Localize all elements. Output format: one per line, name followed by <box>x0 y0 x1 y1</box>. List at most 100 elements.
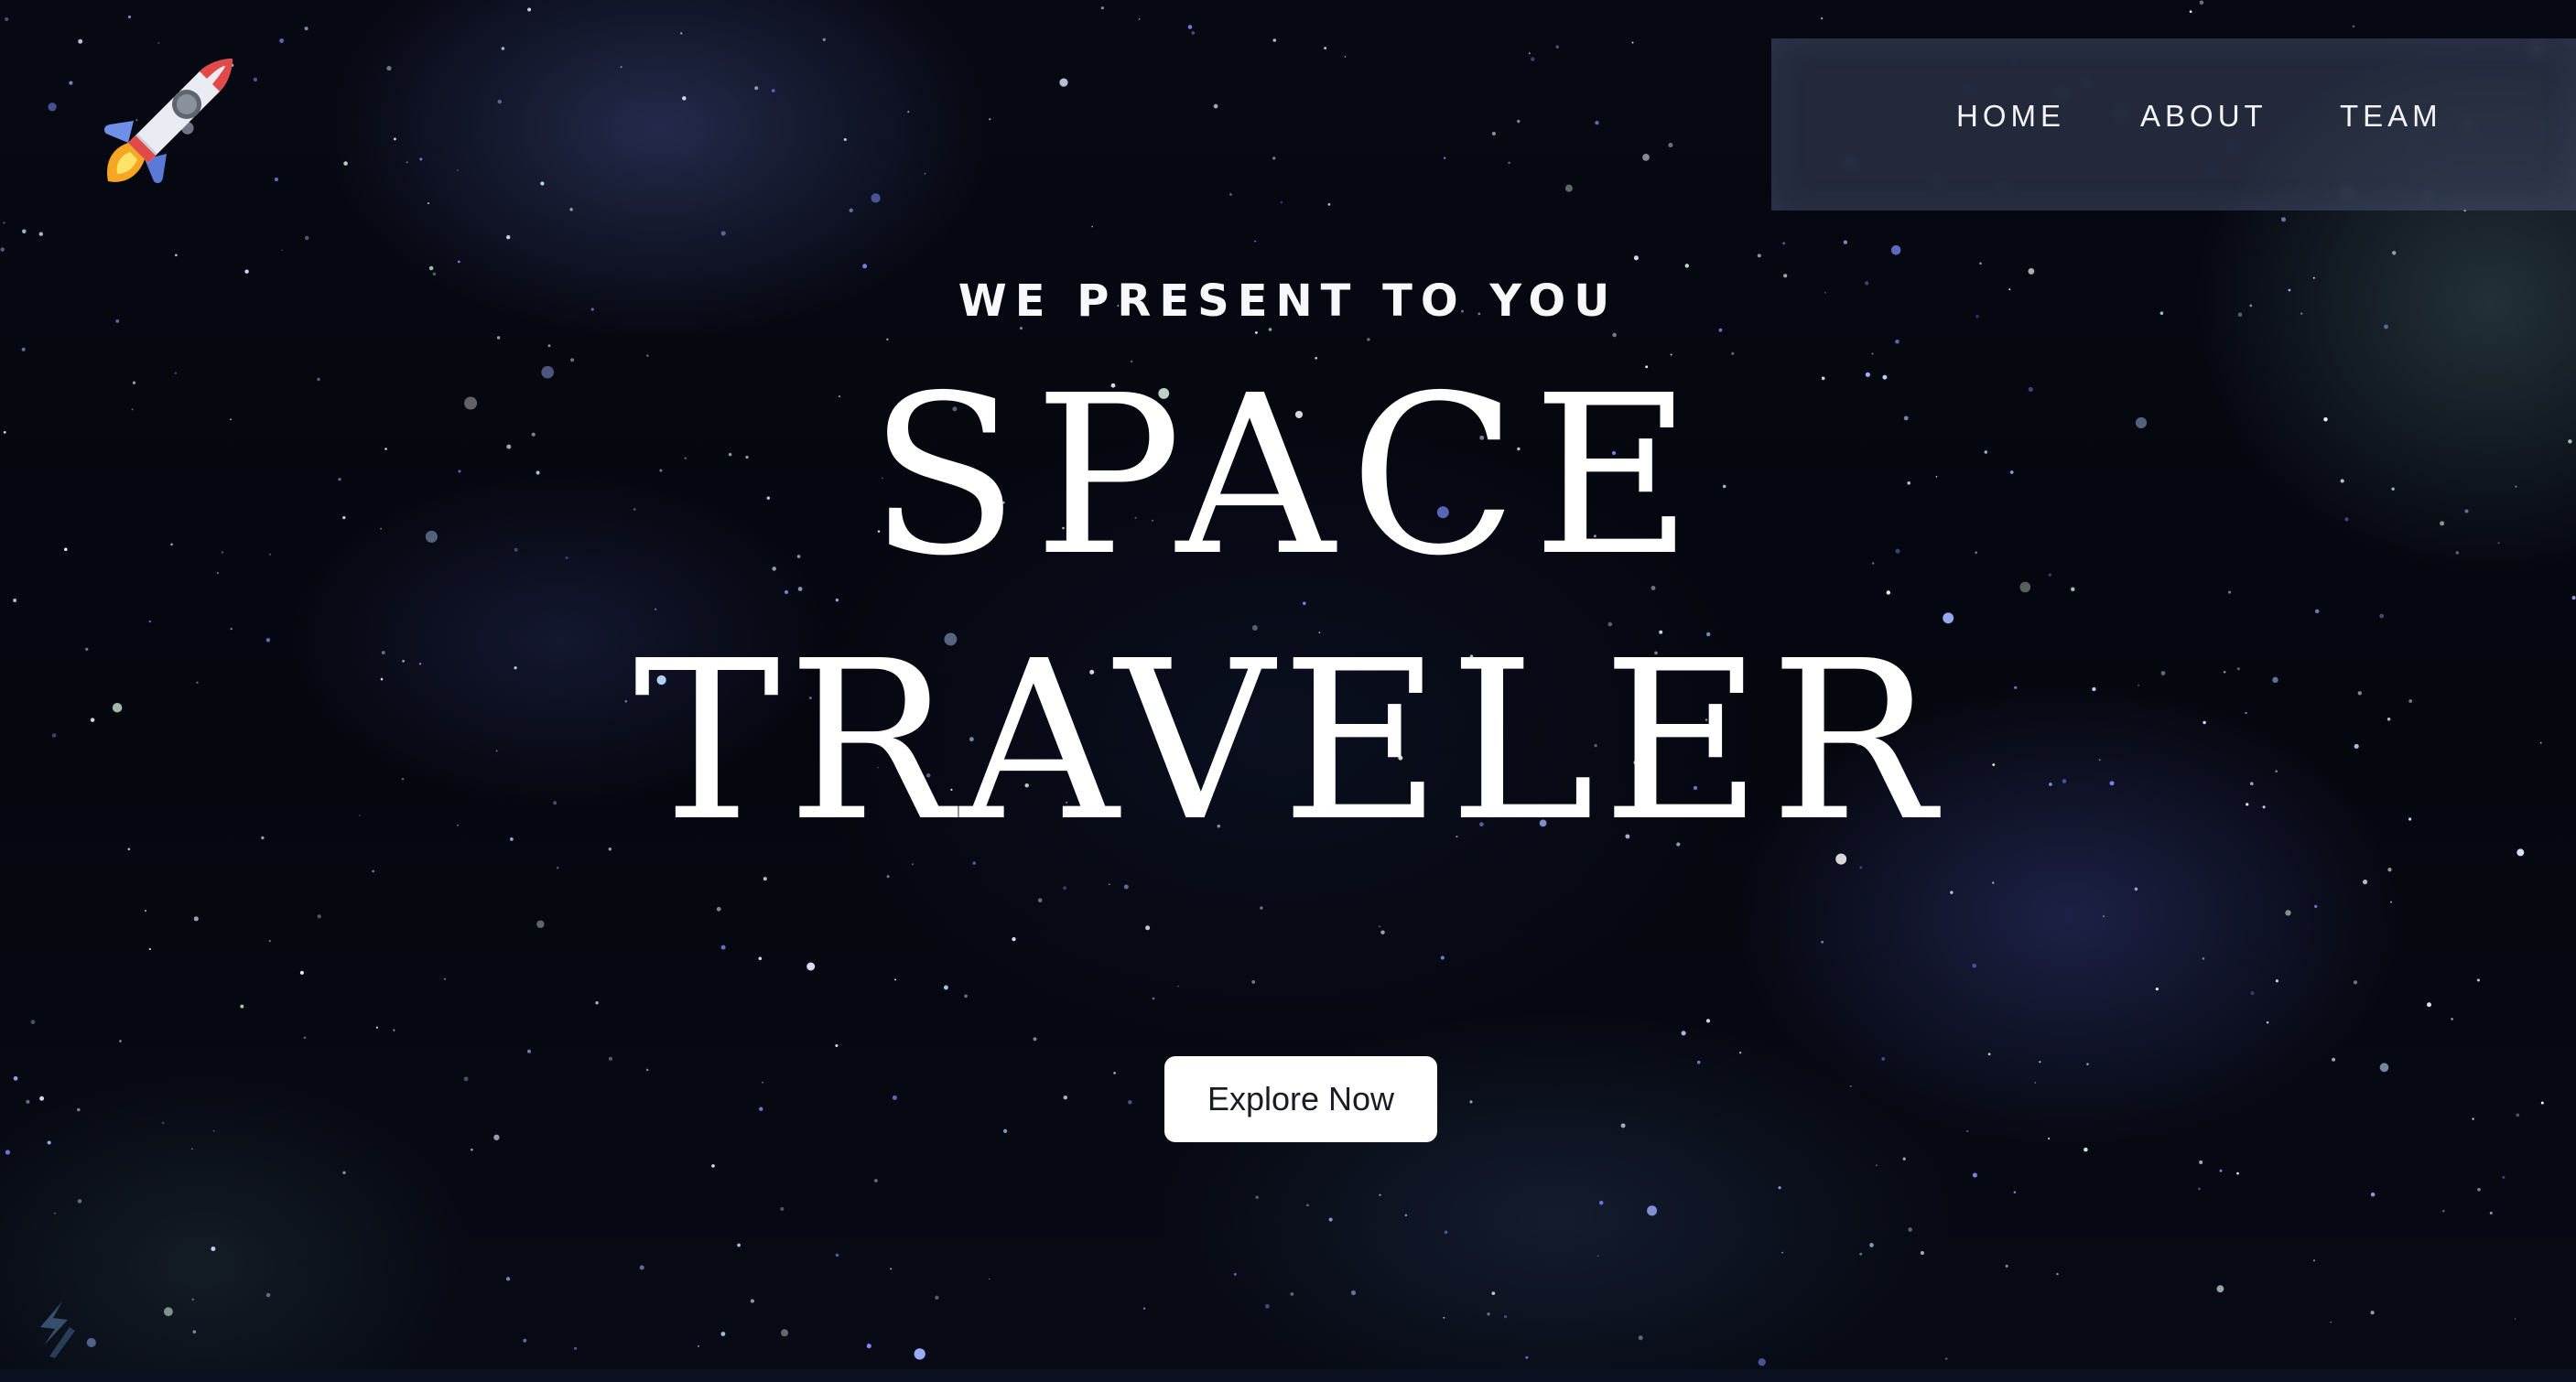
star <box>372 869 375 873</box>
star <box>1443 1316 1445 1319</box>
star <box>1890 245 1901 255</box>
rocket-logo[interactable] <box>92 48 242 198</box>
star <box>1886 590 1890 595</box>
star <box>2441 1209 2445 1213</box>
star <box>1987 1053 1991 1056</box>
star <box>2134 887 2138 891</box>
star <box>2199 0 2204 5</box>
star <box>2250 991 2255 996</box>
star <box>758 956 763 961</box>
star <box>1731 351 1735 355</box>
star <box>1187 25 1193 29</box>
star <box>1100 6 1104 10</box>
star <box>771 89 775 92</box>
star <box>2476 978 2480 982</box>
star <box>1684 264 1690 268</box>
star <box>1380 930 1385 934</box>
star <box>1108 883 1110 886</box>
star <box>1820 16 1824 20</box>
star <box>1255 331 1258 334</box>
star <box>21 347 26 351</box>
star <box>1251 979 1256 984</box>
star <box>1783 274 1788 278</box>
star <box>2363 880 2368 885</box>
star <box>2047 1137 2051 1140</box>
star <box>894 978 896 981</box>
star <box>2312 1259 2316 1262</box>
star <box>762 1081 764 1084</box>
star <box>964 994 968 999</box>
star <box>1260 906 1263 910</box>
star <box>13 599 17 602</box>
corner-badge[interactable] <box>35 1300 81 1360</box>
star <box>1491 1291 1496 1295</box>
star <box>393 137 396 141</box>
star <box>493 1134 500 1140</box>
star <box>39 1096 45 1101</box>
star <box>1781 1251 1784 1254</box>
star <box>1033 1037 1037 1042</box>
star <box>2005 1264 2008 1268</box>
star <box>2219 1169 2223 1172</box>
star <box>1758 1358 1766 1366</box>
star <box>2314 609 2320 614</box>
nav-team-link[interactable]: TEAM <box>2340 101 2442 131</box>
star <box>697 1344 700 1347</box>
star <box>501 47 505 50</box>
star <box>2216 1285 2224 1293</box>
star <box>527 7 532 12</box>
star <box>2056 1272 2059 1276</box>
star <box>1138 18 1141 20</box>
star <box>609 1056 612 1061</box>
star <box>144 910 147 912</box>
nav-home-link[interactable]: HOME <box>1956 101 2065 131</box>
star <box>890 1268 893 1270</box>
star <box>1992 881 1995 884</box>
star <box>13 1075 18 1081</box>
star <box>843 137 847 142</box>
star <box>892 1095 897 1100</box>
star <box>193 916 199 922</box>
star <box>720 945 726 950</box>
star <box>175 254 178 257</box>
star <box>1696 1060 1701 1064</box>
star <box>1849 1085 1852 1087</box>
star <box>1972 1172 1977 1178</box>
star <box>720 1332 726 1336</box>
star <box>2039 1061 2041 1063</box>
star <box>2034 1082 2037 1084</box>
star <box>1290 1291 1294 1296</box>
star <box>1950 891 1954 894</box>
star <box>1002 1128 1008 1133</box>
star <box>457 169 459 171</box>
star <box>1876 1164 1878 1167</box>
star <box>432 272 437 276</box>
star <box>38 232 43 236</box>
star <box>1063 1096 1067 1100</box>
star <box>720 231 726 236</box>
star <box>419 157 423 161</box>
star <box>1444 1230 1448 1235</box>
star <box>1972 963 1976 968</box>
star <box>2266 1020 2269 1024</box>
star <box>1019 326 1023 330</box>
star <box>268 939 271 943</box>
explore-now-button[interactable]: Explore Now <box>1164 1056 1437 1142</box>
star <box>2387 868 2392 872</box>
star <box>317 914 321 919</box>
star <box>1944 1357 1948 1360</box>
star <box>682 96 687 101</box>
star <box>1668 143 1673 148</box>
star <box>886 338 889 341</box>
star <box>2370 1192 2376 1197</box>
star <box>163 1307 173 1317</box>
star <box>3 221 5 224</box>
nav-about-link[interactable]: ABOUT <box>2140 101 2268 131</box>
star <box>119 1040 122 1042</box>
star <box>2330 1321 2332 1323</box>
star <box>1943 612 1954 624</box>
star <box>244 269 249 274</box>
star <box>1642 154 1650 161</box>
star <box>1254 240 1256 243</box>
star <box>570 358 575 362</box>
